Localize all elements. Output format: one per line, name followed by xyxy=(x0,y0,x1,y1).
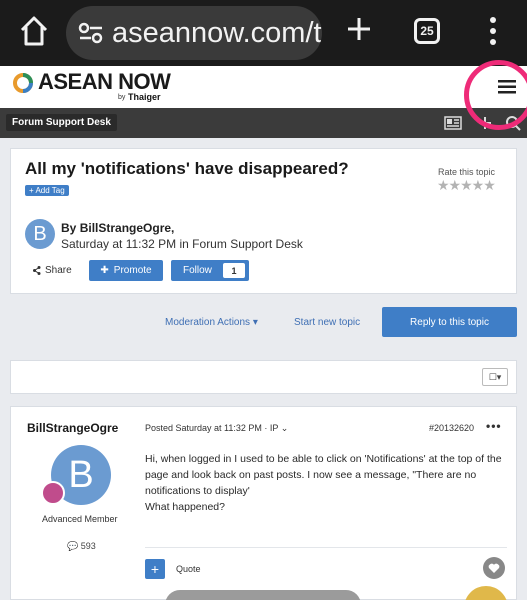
floating-pill[interactable] xyxy=(165,590,361,600)
post-count: 💬 593 xyxy=(67,541,96,552)
checkbox-icon: ☐ xyxy=(488,371,497,382)
site-settings-icon[interactable] xyxy=(78,22,104,44)
post-author-name[interactable]: BillStrangeOgre xyxy=(27,421,118,435)
page-title: All my 'notifications' have disappeared? xyxy=(25,159,349,178)
reply-to-topic-button[interactable]: Reply to this topic xyxy=(382,307,517,337)
post-filter-bar: ☐ ▾ xyxy=(10,360,517,394)
avatar-letter: B xyxy=(33,222,47,245)
topic-meta: Saturday at 11:32 PM in Forum Support De… xyxy=(61,237,303,251)
reaction-heart-icon[interactable] xyxy=(483,557,505,579)
tab-switcher-button[interactable]: 25 xyxy=(414,18,440,44)
plus-icon: ✚ xyxy=(100,265,109,276)
author-name-link[interactable]: BillStrangeOgre, xyxy=(80,221,175,235)
caret-down-icon: ▾ xyxy=(496,371,502,382)
post-avatar-letter: B xyxy=(68,453,94,496)
moderation-actions-link[interactable]: Moderation Actions ▾ xyxy=(165,317,258,328)
rating-stars[interactable]: ★★★★★ xyxy=(437,177,496,194)
post-paragraph: Hi, when logged in I used to be able to … xyxy=(145,453,502,497)
address-bar[interactable]: aseannow.com/t xyxy=(66,6,322,60)
post-timestamp-text: Posted Saturday at 11:32 PM · IP xyxy=(145,423,279,433)
new-tab-icon[interactable] xyxy=(346,16,372,42)
follow-button[interactable]: Follow 1 xyxy=(171,260,249,281)
share-label: Share xyxy=(45,265,72,276)
post-options-icon[interactable]: ••• xyxy=(486,419,502,433)
member-badge-icon xyxy=(41,481,65,505)
logo-partner-text: Thaiger xyxy=(128,92,161,102)
multiquote-button[interactable]: + xyxy=(145,559,165,579)
topic-header-card: All my 'notifications' have disappeared?… xyxy=(10,148,517,294)
author-prefix: By xyxy=(61,221,77,235)
share-icon xyxy=(33,266,41,275)
navigation-bar: Forum Support Desk xyxy=(0,108,527,138)
start-new-topic-link[interactable]: Start new topic xyxy=(294,317,360,328)
multi-select-button[interactable]: ☐ ▾ xyxy=(482,368,508,386)
post-count-value: 593 xyxy=(80,541,96,551)
comment-icon: 💬 xyxy=(67,541,79,551)
breadcrumb[interactable]: Forum Support Desk xyxy=(6,114,117,131)
post-paragraph: What happened? xyxy=(145,501,225,513)
caret-down-icon: ▾ xyxy=(252,317,258,328)
add-tag-button[interactable]: + Add Tag xyxy=(25,185,69,196)
site-header: ASEAN NOW by Thaiger xyxy=(0,66,527,108)
post-timestamp[interactable]: Posted Saturday at 11:32 PM · IP ⌄ xyxy=(145,423,288,434)
topic-author: By BillStrangeOgre, xyxy=(61,221,174,235)
quote-button[interactable]: Quote xyxy=(176,564,201,574)
url-text[interactable]: aseannow.com/t xyxy=(112,17,322,50)
share-button[interactable]: Share xyxy=(33,265,72,276)
rate-topic-label: Rate this topic xyxy=(438,167,496,177)
follow-label: Follow xyxy=(183,265,212,276)
home-icon[interactable] xyxy=(18,14,50,48)
tab-count: 25 xyxy=(420,24,434,38)
follow-count: 1 xyxy=(223,263,245,278)
activity-icon[interactable] xyxy=(444,116,462,130)
post-id-link[interactable]: #20132620 xyxy=(429,423,474,433)
highlight-annotation-circle xyxy=(464,60,527,130)
promote-button[interactable]: ✚ Promote xyxy=(89,260,163,281)
browser-menu-icon[interactable] xyxy=(488,16,498,46)
browser-toolbar: aseannow.com/t 25 xyxy=(0,0,527,66)
logo-by-text: by xyxy=(118,94,126,101)
divider xyxy=(145,547,507,548)
promote-label: Promote xyxy=(113,265,152,276)
moderation-actions-label: Moderation Actions xyxy=(165,317,251,328)
chevron-down-icon: ⌄ xyxy=(280,423,289,433)
site-logo-icon[interactable] xyxy=(12,72,34,94)
member-rank: Advanced Member xyxy=(42,514,118,524)
post: BillStrangeOgre B Advanced Member 💬 593 … xyxy=(10,406,517,600)
post-body: Hi, when logged in I used to be able to … xyxy=(145,451,505,515)
heart-icon xyxy=(488,563,500,573)
avatar[interactable]: B xyxy=(25,219,55,249)
